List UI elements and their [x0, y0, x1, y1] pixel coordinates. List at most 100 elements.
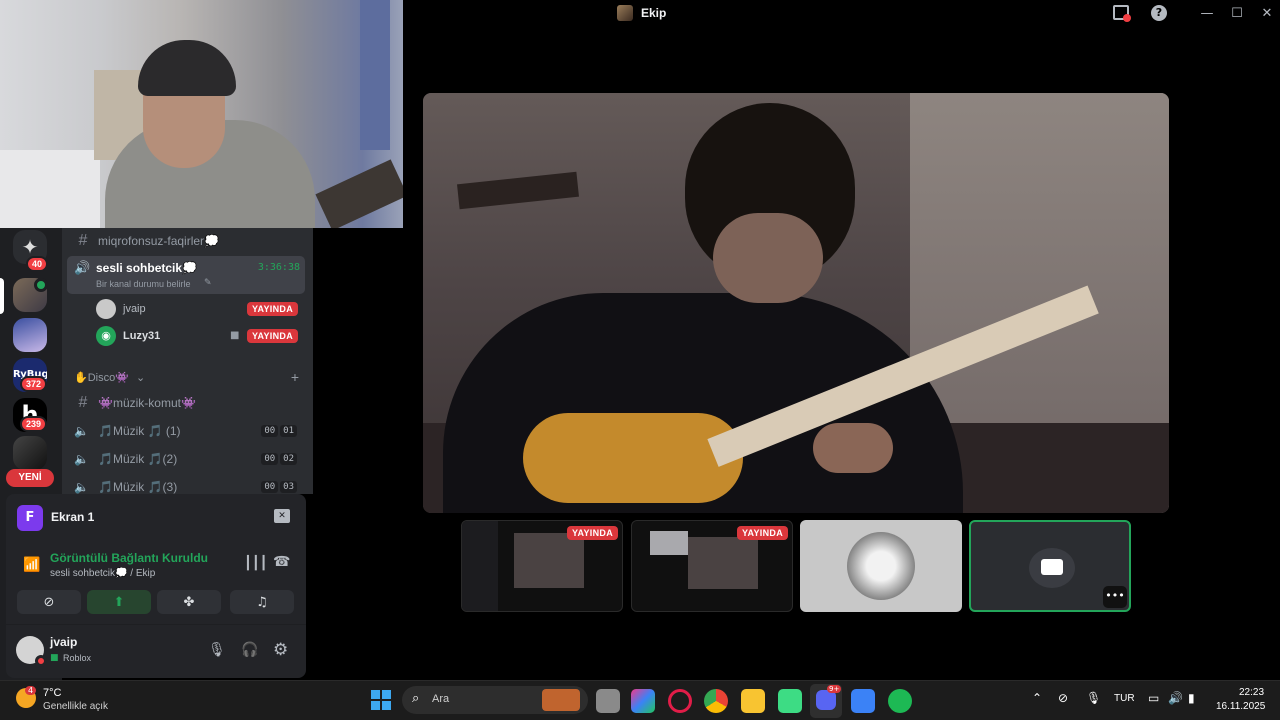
stream-thumbnail-1[interactable]: YAYINDA [461, 520, 623, 612]
screen-share-icon: ⬆ [113, 594, 125, 610]
channel-muzik-komut[interactable]: # 👾 müzik-komut 👾 [74, 392, 305, 414]
game-icon: ■ [50, 653, 59, 663]
voice-location[interactable]: sesli sohbetcik💭 / Ekip [50, 568, 155, 579]
minimize-button[interactable]: — [1191, 0, 1223, 26]
voice-status-panel: 📶 Görüntülü Bağlantı Kuruldu sesli sohbe… [6, 542, 306, 624]
clock-date[interactable]: 16.11.2025 [1216, 701, 1265, 712]
server-icon-anime[interactable] [13, 318, 47, 352]
speaker-icon: 🔈 [74, 480, 89, 494]
spotify-icon[interactable] [888, 689, 912, 713]
display-icon[interactable]: ▭ [1148, 691, 1159, 705]
add-channel-icon[interactable]: + [291, 369, 299, 385]
voice-channel-muzik-1[interactable]: 🔈 🎵Müzik 🎵 (1) 00 01 [74, 420, 305, 442]
avatar[interactable] [16, 636, 47, 667]
camera-icon [1041, 559, 1063, 575]
participant-row[interactable]: jvaip YAYINDA [96, 299, 298, 319]
headphones-icon[interactable]: 🎧 [241, 642, 258, 658]
start-icon[interactable] [371, 690, 391, 710]
help-icon[interactable]: ? [1151, 5, 1167, 21]
android-icon[interactable] [778, 689, 802, 713]
network-off-icon[interactable]: ⊘ [1058, 691, 1068, 705]
channel-status[interactable]: Bir kanal durumu belirle [96, 279, 191, 289]
search-placeholder: Ara [432, 693, 450, 705]
weather-temp[interactable]: 7°C [43, 687, 61, 699]
window-titlebar: Ekip ? — ☐ ✕ [405, 0, 1280, 26]
weather-desc[interactable]: Genellikle açık [43, 701, 108, 712]
app-icon: F [17, 505, 43, 531]
language-indicator[interactable]: TUR [1114, 693, 1135, 704]
file-explorer-icon[interactable] [741, 689, 765, 713]
signal-icon[interactable]: 📶 [23, 557, 40, 573]
chrome-icon[interactable] [704, 689, 728, 713]
activities-button[interactable]: ✤ [157, 590, 221, 614]
microphone-icon[interactable]: 🎙 [1086, 691, 1101, 705]
search-icon: ⌕ [412, 691, 420, 706]
roblox-icon[interactable] [851, 689, 875, 713]
search-highlight-icon [542, 689, 580, 711]
channel-miqrofonsuz[interactable]: # miqrofonsuz-faqirler 💭 [74, 230, 305, 252]
user-panel: jvaip ■ Roblox 🎙 🎧 ⚙ [6, 624, 306, 678]
close-button[interactable]: ✕ [1251, 0, 1280, 26]
noise-suppression-icon[interactable]: ┃┃┃ [244, 556, 267, 571]
more-options-icon[interactable]: ••• [1103, 586, 1127, 608]
maximize-button[interactable]: ☐ [1221, 0, 1253, 26]
category-disco[interactable]: ✋Disco👾 ⌄ + [74, 369, 299, 387]
activities-icon: ✤ [183, 594, 195, 610]
new-unreads-pill[interactable]: YENİ [6, 469, 54, 487]
clock-time[interactable]: 22:23 [1239, 687, 1264, 698]
hash-icon: # [78, 232, 88, 249]
avatar [847, 532, 915, 600]
live-badge: YAYINDA [567, 526, 618, 540]
server-icon-dark[interactable] [13, 436, 47, 470]
volume-icon[interactable]: 🔊 [1168, 691, 1183, 705]
category-name: Disco [87, 372, 116, 384]
screen-share-panel: F Ekran 1 ✕ [6, 494, 306, 542]
voice-indicator [34, 278, 48, 292]
participant-tile-self[interactable]: ••• [969, 520, 1131, 612]
voice-connection-status[interactable]: Görüntülü Bağlantı Kuruldu [50, 551, 208, 565]
mention-badge: 40 [26, 256, 49, 272]
stream-thumbnail-2[interactable]: YAYINDA [631, 520, 793, 612]
mention-badge: 239 [20, 416, 48, 432]
screen-share-button[interactable]: ⬆ [87, 590, 151, 614]
live-badge: YAYINDA [737, 526, 788, 540]
battery-icon[interactable]: ▮ [1188, 691, 1195, 705]
opera-icon[interactable] [668, 689, 692, 713]
microphone-icon[interactable]: 🎙 [208, 642, 226, 658]
avatar [96, 299, 116, 319]
voice-channel-muzik-2[interactable]: 🔈 🎵Müzik 🎵(2) 00 02 [74, 448, 305, 470]
camera-icon: ■ [230, 330, 240, 341]
username[interactable]: jvaip [50, 635, 77, 649]
main-stream-video[interactable] [423, 93, 1169, 513]
discord-taskbar-active[interactable]: 9+ [810, 684, 842, 718]
stop-stream-icon[interactable]: ✕ [274, 509, 290, 523]
chevron-down-icon: ⌄ [135, 372, 146, 384]
server-icon [617, 5, 633, 21]
search-box[interactable]: ⌕ Ara [402, 686, 588, 714]
soundboard-icon: ♫ [256, 594, 268, 610]
mention-badge: 372 [20, 376, 48, 392]
camera-toggle-button[interactable]: ⊘ [17, 590, 81, 614]
speaker-icon: 🔊 [74, 261, 91, 276]
live-badge: YAYINDA [247, 302, 298, 316]
user-activity: Roblox [63, 653, 92, 663]
speaker-icon: 🔈 [74, 452, 89, 466]
gear-icon[interactable]: ⚙ [273, 640, 288, 660]
voice-channel-muzik-3[interactable]: 🔈 🎵Müzik 🎵(3) 00 03 [74, 476, 305, 494]
webcam-preview [0, 0, 403, 228]
participant-name: Luzy31 [123, 330, 161, 342]
disconnect-icon[interactable]: ☎ [273, 554, 290, 570]
windows-taskbar: 4 7°C Genellikle açık ⌕ Ara 9+ ⌃ ⊘ 🎙 TUR… [0, 680, 1280, 720]
soundboard-button[interactable]: ♫ [230, 590, 294, 614]
pencil-icon[interactable]: ✎ [204, 278, 212, 288]
window-title: Ekip [641, 6, 667, 20]
camera-off-icon: ⊘ [43, 594, 55, 610]
speaker-icon: 🔈 [74, 424, 89, 438]
active-voice-channel[interactable]: 🔊 sesli sohbetcik💭 3:36:38 Bir kanal dur… [67, 256, 305, 294]
participant-row[interactable]: ◉ Luzy31 ■ YAYINDA [96, 326, 298, 346]
chevron-up-icon[interactable]: ⌃ [1032, 691, 1042, 705]
participant-tile-avatar[interactable] [800, 520, 962, 612]
task-view-icon[interactable] [596, 689, 620, 713]
inbox-icon[interactable] [1113, 5, 1131, 22]
copilot-icon[interactable] [631, 689, 655, 713]
